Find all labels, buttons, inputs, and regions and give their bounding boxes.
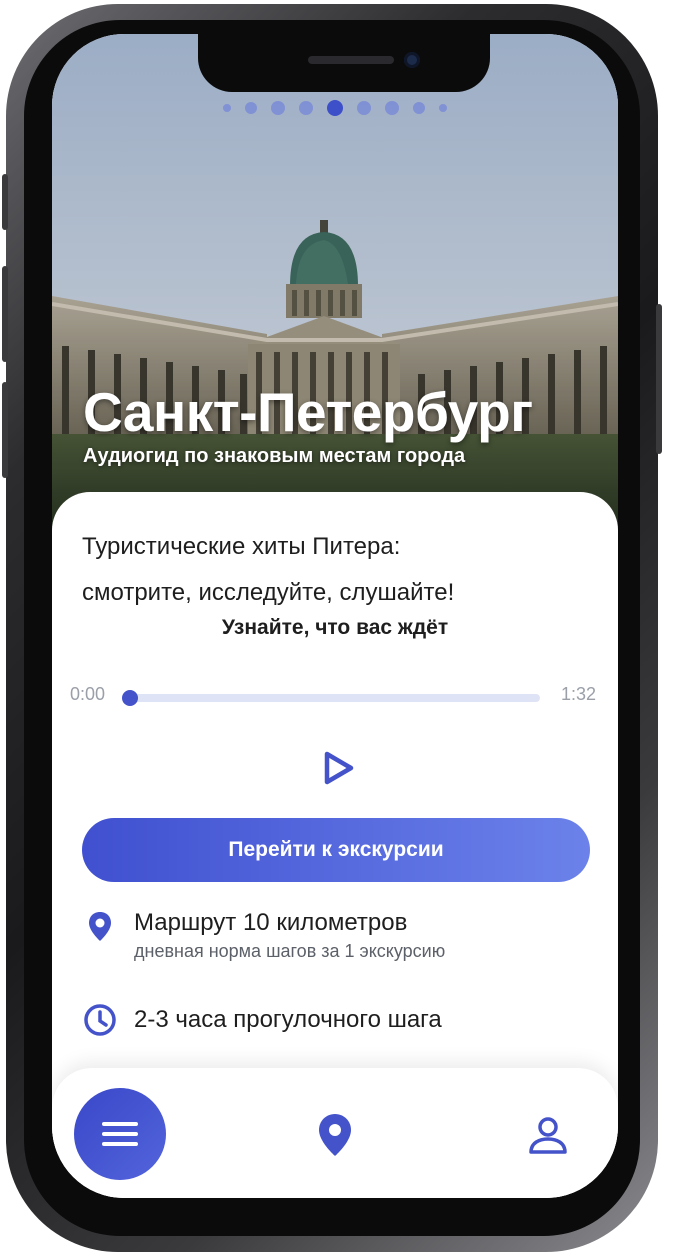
menu-button[interactable]	[74, 1088, 166, 1180]
mute-switch	[2, 174, 8, 230]
notch	[198, 34, 490, 92]
city-subtitle: Аудиогид по знаковым местам города	[83, 445, 466, 467]
duration-info: 2-3 часа прогулочного шага	[82, 1002, 442, 1038]
carousel-dot[interactable]	[271, 101, 285, 115]
description-line-1: Туристические хиты Питера:	[82, 533, 401, 560]
map-nav-location-pin-icon[interactable]	[316, 1112, 354, 1158]
carousel-dot[interactable]	[439, 104, 447, 112]
menu-icon-line	[102, 1142, 138, 1146]
description-line-2: смотрите, исследуйте, слушайте!	[82, 579, 455, 606]
carousel-dot-active[interactable]	[327, 100, 343, 116]
duration-title: 2-3 часа прогулочного шага	[134, 1006, 442, 1033]
carousel-dot[interactable]	[299, 101, 313, 115]
front-camera	[404, 52, 420, 68]
power-button	[656, 304, 662, 454]
speaker-grille	[308, 56, 394, 64]
volume-up-button	[2, 266, 8, 362]
screen: Санкт-Петербург Аудиогид по знаковым мес…	[52, 34, 618, 1198]
tour-description: Туристические хиты Питера: смотрите, исс…	[82, 524, 454, 616]
bottom-navigation	[52, 1068, 618, 1198]
current-time: 0:00	[70, 684, 106, 704]
carousel-dot[interactable]	[245, 102, 257, 114]
volume-down-button	[2, 382, 8, 478]
carousel-indicator	[52, 100, 618, 116]
audio-progress-handle[interactable]	[122, 690, 138, 706]
start-tour-button[interactable]: Перейти к экскурсии	[82, 818, 590, 882]
hero-image: Санкт-Петербург Аудиогид по знаковым мес…	[52, 34, 618, 534]
location-pin-icon	[89, 912, 111, 941]
carousel-dot[interactable]	[385, 101, 399, 115]
profile-icon[interactable]	[526, 1114, 570, 1158]
total-time: 1:32	[560, 684, 596, 704]
route-subtitle: дневная норма шагов за 1 экскурсию	[134, 941, 446, 961]
carousel-dot[interactable]	[223, 104, 231, 112]
audio-progress-bar[interactable]	[122, 690, 540, 706]
menu-icon-line	[102, 1132, 138, 1136]
menu-icon-line	[102, 1122, 138, 1126]
carousel-dot[interactable]	[357, 101, 371, 115]
city-title: Санкт-Петербург	[83, 381, 533, 443]
route-title: Маршрут 10 километров	[134, 909, 408, 936]
clock-icon	[84, 1004, 116, 1036]
play-icon[interactable]	[318, 748, 358, 788]
carousel-dot[interactable]	[413, 102, 425, 114]
route-info: Маршрут 10 километров дневная норма шаго…	[82, 908, 445, 964]
audio-preview-label: Узнайте, что вас ждёт	[221, 616, 449, 639]
